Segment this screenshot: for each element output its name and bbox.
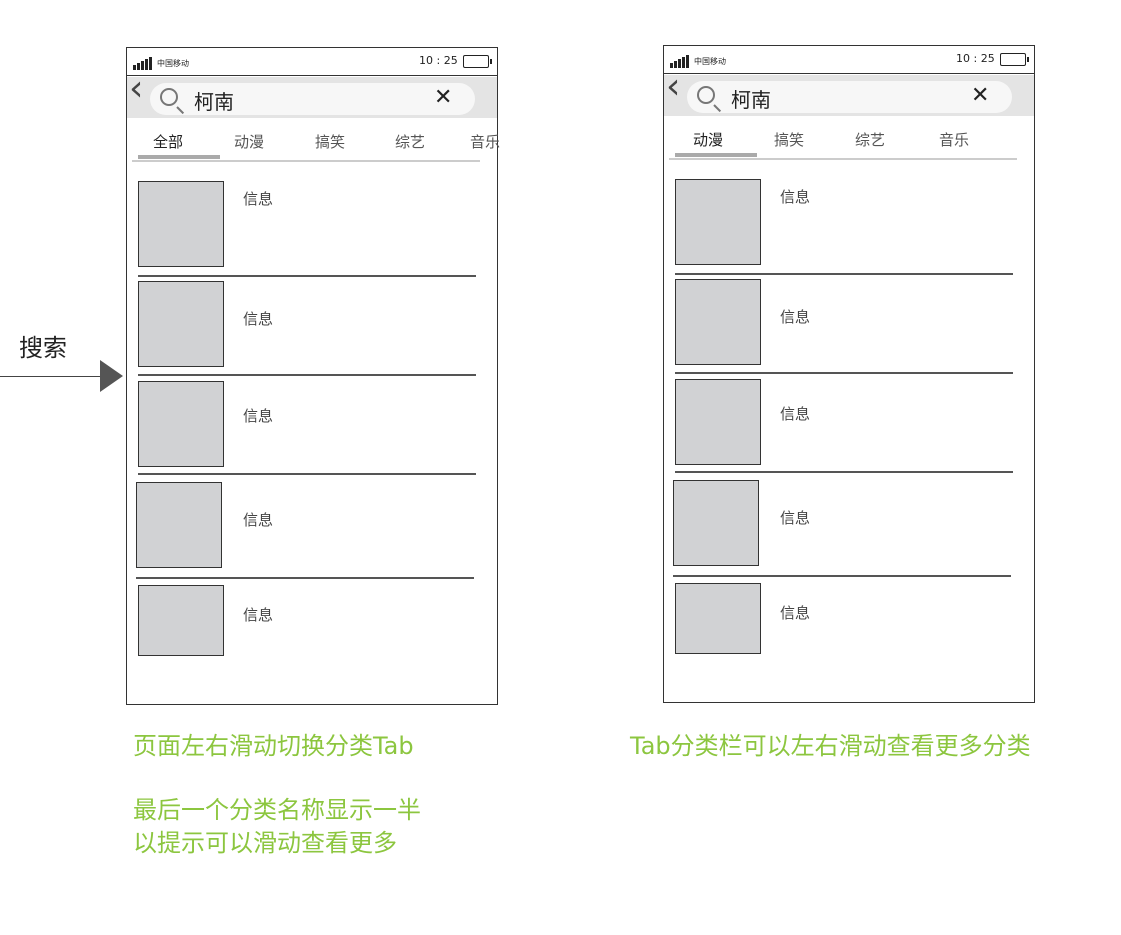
list-divider — [138, 473, 476, 475]
tab-0[interactable]: 全部 — [153, 131, 183, 152]
search-input[interactable]: 柯南 ✕ — [687, 81, 1012, 113]
search-query[interactable]: 柯南 — [731, 84, 771, 113]
phone-mockup-scrolled-tabs: 中国移动 10 : 25 ‹ 柯南 ✕ 动漫 搞笑 综艺 音乐 信息 信息 信息 信息 信息 — [663, 45, 1035, 703]
tab-1[interactable]: 动漫 — [234, 131, 264, 152]
result-thumbnail[interactable] — [136, 482, 222, 568]
result-info[interactable]: 信息 — [243, 308, 273, 329]
back-chevron-icon[interactable]: ‹ — [666, 69, 680, 105]
tab-bar-divider — [132, 160, 480, 162]
status-time: 10 : 25 — [956, 52, 995, 65]
result-thumbnail[interactable] — [675, 179, 761, 265]
result-info[interactable]: 信息 — [780, 507, 810, 528]
search-bar: ‹ 柯南 ✕ — [664, 69, 1034, 116]
note-hint-scroll: 以提示可以滑动查看更多 — [133, 829, 397, 857]
clear-icon[interactable]: ✕ — [434, 85, 452, 110]
list-divider — [673, 575, 1011, 577]
tab-3[interactable]: 综艺 — [395, 131, 425, 152]
list-divider — [675, 372, 1013, 374]
search-arrow-label: 搜索 — [19, 334, 67, 362]
clear-icon[interactable]: ✕ — [971, 83, 989, 108]
note-half-tab: 最后一个分类名称显示一半 — [133, 796, 421, 824]
search-input[interactable]: 柯南 ✕ — [150, 83, 475, 115]
result-info[interactable]: 信息 — [243, 405, 273, 426]
result-thumbnail[interactable] — [675, 583, 761, 654]
status-bar: 中国移动 10 : 25 — [127, 48, 497, 76]
list-divider — [675, 471, 1013, 473]
list-divider — [138, 374, 476, 376]
search-icon — [160, 88, 178, 106]
back-chevron-icon[interactable]: ‹ — [129, 71, 143, 107]
flow-arrow-line — [0, 376, 102, 377]
battery-icon — [1000, 53, 1029, 66]
result-info[interactable]: 信息 — [243, 188, 273, 209]
result-info[interactable]: 信息 — [780, 602, 810, 623]
tab-3[interactable]: 音乐 — [939, 129, 969, 150]
search-query[interactable]: 柯南 — [194, 86, 234, 115]
result-info[interactable]: 信息 — [780, 186, 810, 207]
tab-2[interactable]: 综艺 — [855, 129, 885, 150]
result-info[interactable]: 信息 — [243, 604, 273, 625]
search-bar: ‹ 柯南 ✕ — [127, 71, 497, 118]
result-thumbnail[interactable] — [138, 181, 224, 267]
result-info[interactable]: 信息 — [780, 306, 810, 327]
result-thumbnail[interactable] — [138, 381, 224, 467]
tab-2[interactable]: 搞笑 — [315, 131, 345, 152]
tab-4[interactable]: 音乐 — [470, 131, 500, 152]
active-tab-underline — [138, 155, 220, 159]
tab-1[interactable]: 搞笑 — [774, 129, 804, 150]
search-icon — [697, 86, 715, 104]
note-swipe-tabs: 页面左右滑动切换分类Tab — [133, 732, 414, 760]
result-thumbnail[interactable] — [675, 279, 761, 365]
note-tab-bar-scroll: Tab分类栏可以左右滑动查看更多分类 — [630, 732, 1031, 760]
status-bar: 中国移动 10 : 25 — [664, 46, 1034, 74]
list-divider — [675, 273, 1013, 275]
result-thumbnail[interactable] — [673, 480, 759, 566]
tab-0[interactable]: 动漫 — [693, 129, 723, 150]
result-info[interactable]: 信息 — [243, 509, 273, 530]
carrier-name: 中国移动 — [694, 57, 726, 66]
result-info[interactable]: 信息 — [780, 403, 810, 424]
result-thumbnail[interactable] — [675, 379, 761, 465]
list-divider — [138, 275, 476, 277]
result-thumbnail[interactable] — [138, 281, 224, 367]
battery-icon — [463, 55, 492, 68]
phone-mockup-all-tab: 中国移动 10 : 25 ‹ 柯南 ✕ 全部 动漫 搞笑 综艺 音乐 信息 信息 信息 信息 信息 — [126, 47, 500, 705]
tab-bar-divider — [669, 158, 1017, 160]
carrier-name: 中国移动 — [157, 59, 189, 68]
active-tab-underline — [675, 153, 757, 157]
list-divider — [136, 577, 474, 579]
result-thumbnail[interactable] — [138, 585, 224, 656]
status-time: 10 : 25 — [419, 54, 458, 67]
flow-arrow-icon — [100, 360, 123, 392]
